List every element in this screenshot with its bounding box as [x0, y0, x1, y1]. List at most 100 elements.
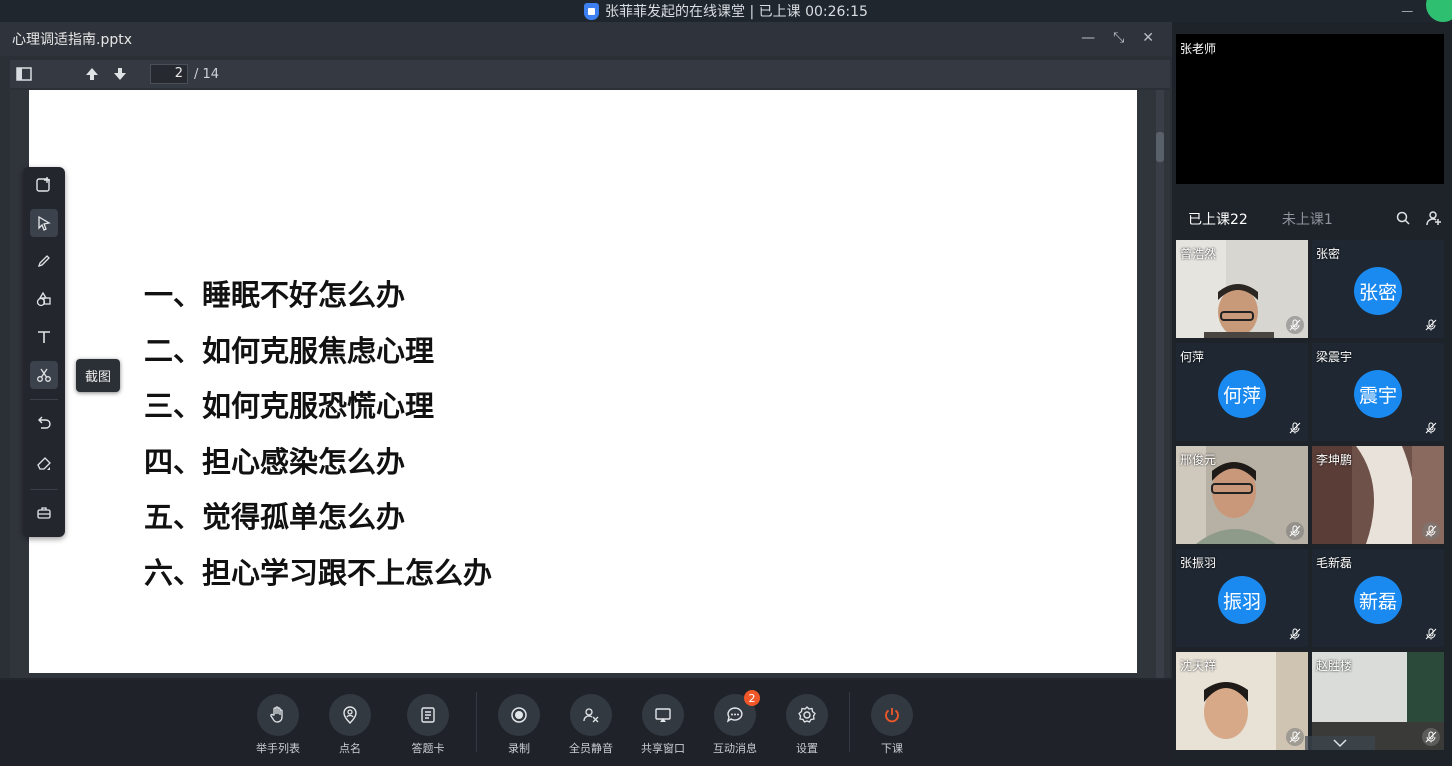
teacher-video[interactable]: 张老师	[1176, 34, 1444, 184]
participant-name: 沈天祥	[1180, 659, 1217, 673]
participant-tile[interactable]: 曾浩然	[1176, 240, 1308, 338]
document-header: 心理调适指南.pptx — ⤡ ✕	[0, 22, 1172, 56]
avatar: 何萍	[1218, 370, 1266, 418]
participant-name: 李坤鹏	[1316, 453, 1353, 467]
attendance-tabs: 已上课22 未上课1	[1172, 204, 1452, 234]
message-count-badge: 2	[744, 690, 760, 706]
minimize-icon[interactable]: —	[1401, 4, 1413, 18]
interactive-messages-button[interactable]: 2 互动消息	[705, 690, 765, 756]
tab-attending[interactable]: 已上课22	[1172, 209, 1248, 229]
share-window-button[interactable]: 共享窗口	[633, 694, 693, 756]
eraser-icon[interactable]	[30, 449, 58, 477]
participant-tile[interactable]: 张密 张密	[1312, 240, 1444, 338]
slide-item: 二、如何克服焦虑心理	[144, 333, 435, 368]
page-number-input[interactable]: 2	[150, 64, 188, 84]
roll-call-icon	[329, 694, 371, 736]
separator	[476, 692, 477, 752]
slide-item: 一、睡眠不好怎么办	[144, 278, 406, 312]
mic-muted-icon	[1286, 625, 1304, 643]
screenshot-tooltip: 截图	[76, 359, 120, 392]
restore-document-icon[interactable]: ⤡	[1113, 30, 1124, 46]
mute-all-button[interactable]: 全员静音	[561, 694, 621, 756]
record-label: 录制	[508, 742, 530, 755]
interactive-messages-label: 互动消息	[713, 742, 757, 755]
raise-hand-list-button[interactable]: 举手列表	[248, 694, 308, 756]
separator	[30, 489, 58, 490]
mic-muted-icon	[1422, 419, 1440, 437]
document-toolbar: 2 / 14	[10, 60, 1170, 88]
roll-call-label: 点名	[339, 742, 361, 755]
mic-muted-icon	[1422, 728, 1440, 746]
document-filename: 心理调适指南.pptx	[12, 32, 132, 48]
mic-muted-icon	[1286, 728, 1304, 746]
document-window-controls: — ⤡ ✕	[1081, 30, 1154, 46]
minimize-document-icon[interactable]: —	[1081, 30, 1095, 46]
raise-hand-list-label: 举手列表	[256, 742, 300, 755]
tab-actions	[1396, 210, 1442, 230]
avatar: 震宇	[1354, 370, 1402, 418]
participant-tile[interactable]: 毛新磊 新磊	[1312, 549, 1444, 647]
window-title: 张菲菲发起的在线课堂 | 已上课 00:26:15	[605, 4, 868, 20]
record-button[interactable]: 录制	[489, 694, 549, 756]
select-pointer-icon[interactable]	[30, 209, 58, 237]
add-user-icon[interactable]	[1426, 210, 1442, 230]
scrollbar-thumb[interactable]	[1156, 132, 1164, 162]
roll-call-button[interactable]: 点名	[320, 694, 380, 756]
end-class-label: 下课	[881, 742, 903, 755]
window-titlebar: 张菲菲发起的在线课堂 | 已上课 00:26:15 — ☐	[0, 0, 1452, 22]
participant-name: 赵胜楼	[1316, 659, 1353, 673]
scissors-icon[interactable]	[30, 361, 58, 389]
answer-card-button[interactable]: 答题卡	[398, 694, 458, 756]
participant-tile[interactable]: 张振羽 振羽	[1176, 549, 1308, 647]
mic-muted-icon	[1422, 316, 1440, 334]
sidebar-toggle-icon[interactable]	[10, 60, 38, 88]
pen-icon[interactable]	[30, 247, 58, 275]
slide-canvas: 一、睡眠不好怎么办 二、如何克服焦虑心理 三、如何克服恐慌心理 四、担心感染怎么…	[10, 90, 1170, 678]
add-page-icon[interactable]	[30, 171, 58, 199]
participant-tile[interactable]: 李坤鹏	[1312, 446, 1444, 544]
mic-muted-icon	[1422, 522, 1440, 540]
slide-item: 六、担心学习跟不上怎么办	[144, 555, 493, 590]
record-icon	[498, 694, 540, 736]
end-class-button[interactable]: 下课	[862, 694, 922, 756]
avatar: 新磊	[1354, 576, 1402, 624]
mic-muted-icon	[1286, 316, 1304, 334]
avatar: 张密	[1354, 267, 1402, 315]
mic-muted-icon	[1286, 419, 1304, 437]
participant-tile[interactable]: 邢俊元	[1176, 446, 1308, 544]
mic-muted-icon	[1286, 522, 1304, 540]
prev-page-icon[interactable]	[78, 60, 106, 88]
mute-all-label: 全员静音	[569, 742, 613, 755]
settings-button[interactable]: 设置	[777, 694, 837, 756]
slide-item: 三、如何克服恐慌心理	[144, 389, 435, 423]
next-page-icon[interactable]	[106, 60, 134, 88]
participant-name: 邢俊元	[1180, 453, 1217, 467]
undo-icon[interactable]	[30, 409, 58, 437]
participant-name: 张振羽	[1180, 556, 1217, 570]
slide-item: 五、觉得孤单怎么办	[144, 500, 406, 534]
participant-tile[interactable]: 梁震宇 震宇	[1312, 343, 1444, 441]
toolbox-icon[interactable]	[30, 499, 58, 527]
participant-name: 何萍	[1180, 350, 1205, 364]
drawing-toolbar	[23, 167, 65, 537]
answer-card-label: 答题卡	[411, 742, 445, 755]
answer-card-icon	[407, 694, 449, 736]
participants-panel: 张老师 已上课22 未上课1 曾浩然 张密 张密 何萍 何萍 梁震宇 震宇 邢俊…	[1172, 22, 1452, 766]
share-window-label: 共享窗口	[641, 742, 685, 755]
vertical-scrollbar[interactable]	[1156, 90, 1164, 678]
slide-item: 四、担心感染怎么办	[144, 444, 406, 479]
participant-tile[interactable]: 何萍 何萍	[1176, 343, 1308, 441]
participant-tile[interactable]: 沈天祥	[1176, 652, 1308, 750]
chevron-down-icon[interactable]	[1305, 736, 1375, 750]
gear-icon	[786, 694, 828, 736]
separator	[30, 399, 58, 400]
shapes-icon[interactable]	[30, 285, 58, 313]
participant-name: 曾浩然	[1180, 247, 1217, 261]
avatar: 振羽	[1218, 576, 1266, 624]
text-icon[interactable]	[30, 323, 58, 351]
participant-name: 张密	[1316, 247, 1341, 261]
search-icon[interactable]	[1396, 210, 1410, 230]
close-document-icon[interactable]: ✕	[1142, 30, 1154, 46]
window-title-group: 张菲菲发起的在线课堂 | 已上课 00:26:15	[584, 1, 868, 21]
tab-absent[interactable]: 未上课1	[1248, 209, 1333, 229]
